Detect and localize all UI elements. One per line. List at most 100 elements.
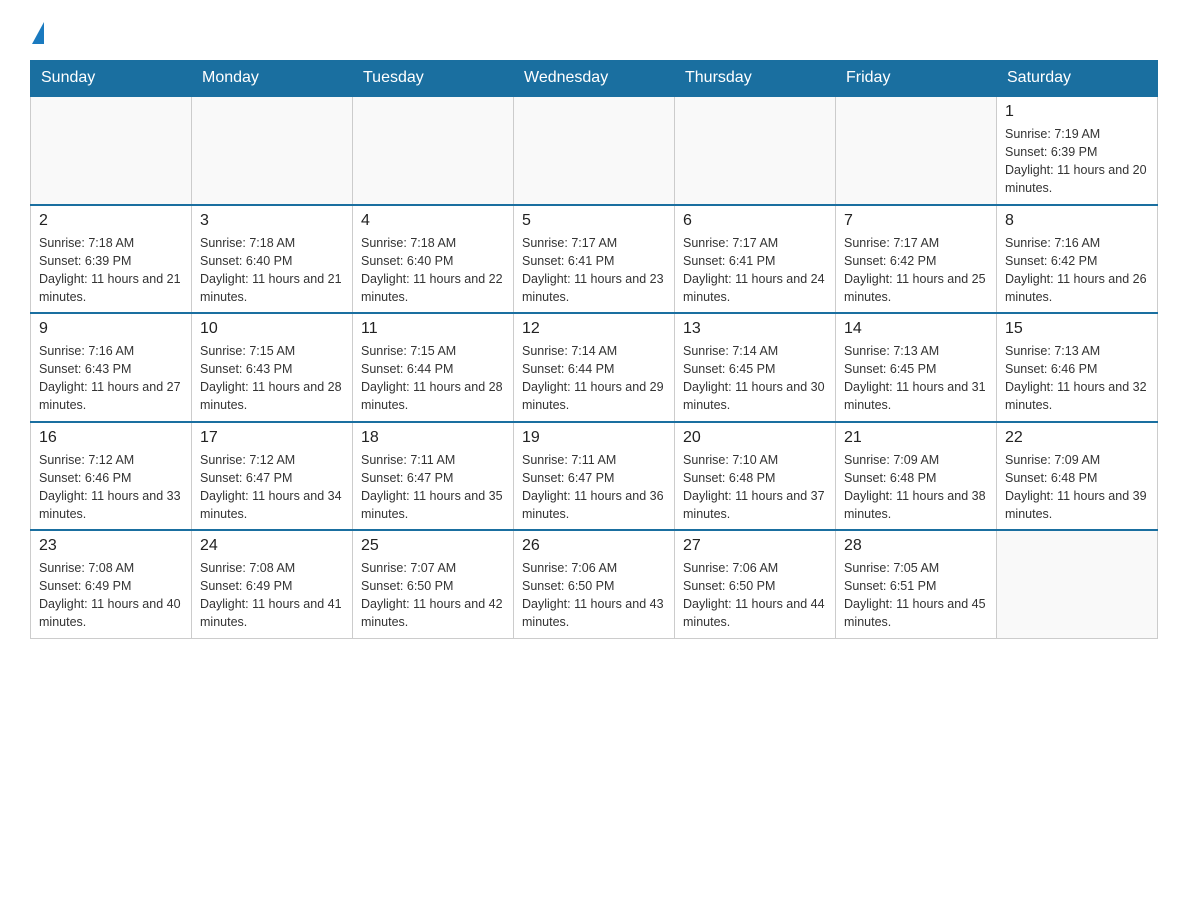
day-info: Sunrise: 7:18 AMSunset: 6:39 PMDaylight:…: [39, 236, 181, 304]
weekday-header-saturday: Saturday: [997, 61, 1158, 97]
day-number: 28: [844, 537, 988, 555]
day-info: Sunrise: 7:13 AMSunset: 6:45 PMDaylight:…: [844, 344, 986, 412]
calendar-cell: 11 Sunrise: 7:15 AMSunset: 6:44 PMDayligh…: [353, 313, 514, 422]
day-info: Sunrise: 7:09 AMSunset: 6:48 PMDaylight:…: [844, 453, 986, 521]
day-info: Sunrise: 7:17 AMSunset: 6:41 PMDaylight:…: [683, 236, 825, 304]
calendar-cell: 5Sunrise: 7:17 AMSunset: 6:41 PMDaylight…: [514, 205, 675, 314]
day-info: Sunrise: 7:10 AMSunset: 6:48 PMDaylight:…: [683, 453, 825, 521]
page-header: [30, 20, 1158, 44]
day-number: 9: [39, 320, 183, 338]
day-info: Sunrise: 7:16 AMSunset: 6:43 PMDaylight:…: [39, 344, 181, 412]
day-number: 13: [683, 320, 827, 338]
day-number: 10: [200, 320, 344, 338]
calendar-cell: [192, 96, 353, 205]
day-info: Sunrise: 7:06 AMSunset: 6:50 PMDaylight:…: [683, 561, 825, 629]
day-number: 14: [844, 320, 988, 338]
calendar-cell: 13 Sunrise: 7:14 AMSunset: 6:45 PMDayligh…: [675, 313, 836, 422]
day-number: 27: [683, 537, 827, 555]
calendar-cell: 7 Sunrise: 7:17 AMSunset: 6:42 PMDaylight…: [836, 205, 997, 314]
day-number: 23: [39, 537, 183, 555]
calendar-cell: [353, 96, 514, 205]
logo-triangle-icon: [32, 22, 44, 44]
calendar-cell: 9 Sunrise: 7:16 AMSunset: 6:43 PMDaylight…: [31, 313, 192, 422]
calendar-cell: 2 Sunrise: 7:18 AMSunset: 6:39 PMDaylight…: [31, 205, 192, 314]
calendar-cell: 17Sunrise: 7:12 AMSunset: 6:47 PMDayligh…: [192, 422, 353, 531]
calendar-week-row: 16Sunrise: 7:12 AMSunset: 6:46 PMDayligh…: [31, 422, 1158, 531]
day-info: Sunrise: 7:07 AMSunset: 6:50 PMDaylight:…: [361, 561, 503, 629]
calendar-cell: 23 Sunrise: 7:08 AMSunset: 6:49 PMDayligh…: [31, 530, 192, 638]
day-number: 4: [361, 212, 505, 230]
day-number: 5: [522, 212, 666, 230]
calendar-cell: 8 Sunrise: 7:16 AMSunset: 6:42 PMDaylight…: [997, 205, 1158, 314]
calendar-cell: 4 Sunrise: 7:18 AMSunset: 6:40 PMDaylight…: [353, 205, 514, 314]
calendar-cell: 10 Sunrise: 7:15 AMSunset: 6:43 PMDayligh…: [192, 313, 353, 422]
day-number: 26: [522, 537, 666, 555]
calendar-cell: 1 Sunrise: 7:19 AMSunset: 6:39 PMDaylight…: [997, 96, 1158, 205]
calendar-week-row: 2 Sunrise: 7:18 AMSunset: 6:39 PMDaylight…: [31, 205, 1158, 314]
logo: [30, 20, 44, 44]
calendar-cell: 22 Sunrise: 7:09 AMSunset: 6:48 PMDayligh…: [997, 422, 1158, 531]
day-info: Sunrise: 7:18 AMSunset: 6:40 PMDaylight:…: [200, 236, 342, 304]
weekday-header-friday: Friday: [836, 61, 997, 97]
calendar-cell: 12 Sunrise: 7:14 AMSunset: 6:44 PMDayligh…: [514, 313, 675, 422]
weekday-header-sunday: Sunday: [31, 61, 192, 97]
calendar-week-row: 1 Sunrise: 7:19 AMSunset: 6:39 PMDaylight…: [31, 96, 1158, 205]
day-info: Sunrise: 7:11 AMSunset: 6:47 PMDaylight:…: [522, 453, 664, 521]
calendar-cell: [997, 530, 1158, 638]
day-number: 1: [1005, 103, 1149, 121]
calendar-cell: 27 Sunrise: 7:06 AMSunset: 6:50 PMDayligh…: [675, 530, 836, 638]
day-info: Sunrise: 7:12 AMSunset: 6:46 PMDaylight:…: [39, 453, 181, 521]
calendar-cell: 18 Sunrise: 7:11 AMSunset: 6:47 PMDayligh…: [353, 422, 514, 531]
day-number: 24: [200, 537, 344, 555]
day-number: 11: [361, 320, 505, 338]
calendar-cell: 19Sunrise: 7:11 AMSunset: 6:47 PMDayligh…: [514, 422, 675, 531]
calendar-cell: 16Sunrise: 7:12 AMSunset: 6:46 PMDayligh…: [31, 422, 192, 531]
day-number: 25: [361, 537, 505, 555]
calendar-cell: [836, 96, 997, 205]
day-number: 15: [1005, 320, 1149, 338]
calendar-table: SundayMondayTuesdayWednesdayThursdayFrid…: [30, 60, 1158, 639]
day-info: Sunrise: 7:12 AMSunset: 6:47 PMDaylight:…: [200, 453, 342, 521]
weekday-header-monday: Monday: [192, 61, 353, 97]
calendar-cell: 6 Sunrise: 7:17 AMSunset: 6:41 PMDaylight…: [675, 205, 836, 314]
day-number: 3: [200, 212, 344, 230]
day-info: Sunrise: 7:08 AMSunset: 6:49 PMDaylight:…: [39, 561, 181, 629]
calendar-cell: 15 Sunrise: 7:13 AMSunset: 6:46 PMDayligh…: [997, 313, 1158, 422]
calendar-cell: [675, 96, 836, 205]
day-info: Sunrise: 7:16 AMSunset: 6:42 PMDaylight:…: [1005, 236, 1147, 304]
day-number: 7: [844, 212, 988, 230]
day-info: Sunrise: 7:11 AMSunset: 6:47 PMDaylight:…: [361, 453, 503, 521]
day-info: Sunrise: 7:15 AMSunset: 6:43 PMDaylight:…: [200, 344, 342, 412]
day-info: Sunrise: 7:19 AMSunset: 6:39 PMDaylight:…: [1005, 127, 1147, 195]
day-info: Sunrise: 7:17 AMSunset: 6:42 PMDaylight:…: [844, 236, 986, 304]
day-info: Sunrise: 7:18 AMSunset: 6:40 PMDaylight:…: [361, 236, 503, 304]
calendar-cell: 20 Sunrise: 7:10 AMSunset: 6:48 PMDayligh…: [675, 422, 836, 531]
day-number: 6: [683, 212, 827, 230]
day-info: Sunrise: 7:14 AMSunset: 6:45 PMDaylight:…: [683, 344, 825, 412]
day-number: 21: [844, 429, 988, 447]
day-number: 8: [1005, 212, 1149, 230]
day-number: 22: [1005, 429, 1149, 447]
day-number: 2: [39, 212, 183, 230]
day-info: Sunrise: 7:05 AMSunset: 6:51 PMDaylight:…: [844, 561, 986, 629]
calendar-cell: 21 Sunrise: 7:09 AMSunset: 6:48 PMDayligh…: [836, 422, 997, 531]
calendar-cell: 26 Sunrise: 7:06 AMSunset: 6:50 PMDayligh…: [514, 530, 675, 638]
day-info: Sunrise: 7:09 AMSunset: 6:48 PMDaylight:…: [1005, 453, 1147, 521]
calendar-week-row: 9 Sunrise: 7:16 AMSunset: 6:43 PMDaylight…: [31, 313, 1158, 422]
calendar-cell: 3 Sunrise: 7:18 AMSunset: 6:40 PMDaylight…: [192, 205, 353, 314]
day-number: 18: [361, 429, 505, 447]
calendar-week-row: 23 Sunrise: 7:08 AMSunset: 6:49 PMDayligh…: [31, 530, 1158, 638]
day-number: 12: [522, 320, 666, 338]
weekday-header-thursday: Thursday: [675, 61, 836, 97]
day-info: Sunrise: 7:15 AMSunset: 6:44 PMDaylight:…: [361, 344, 503, 412]
weekday-header-wednesday: Wednesday: [514, 61, 675, 97]
day-info: Sunrise: 7:06 AMSunset: 6:50 PMDaylight:…: [522, 561, 664, 629]
calendar-cell: 25 Sunrise: 7:07 AMSunset: 6:50 PMDayligh…: [353, 530, 514, 638]
day-info: Sunrise: 7:08 AMSunset: 6:49 PMDaylight:…: [200, 561, 342, 629]
weekday-header-tuesday: Tuesday: [353, 61, 514, 97]
day-number: 20: [683, 429, 827, 447]
calendar-cell: [31, 96, 192, 205]
calendar-cell: 28 Sunrise: 7:05 AMSunset: 6:51 PMDayligh…: [836, 530, 997, 638]
day-info: Sunrise: 7:14 AMSunset: 6:44 PMDaylight:…: [522, 344, 664, 412]
day-info: Sunrise: 7:13 AMSunset: 6:46 PMDaylight:…: [1005, 344, 1147, 412]
